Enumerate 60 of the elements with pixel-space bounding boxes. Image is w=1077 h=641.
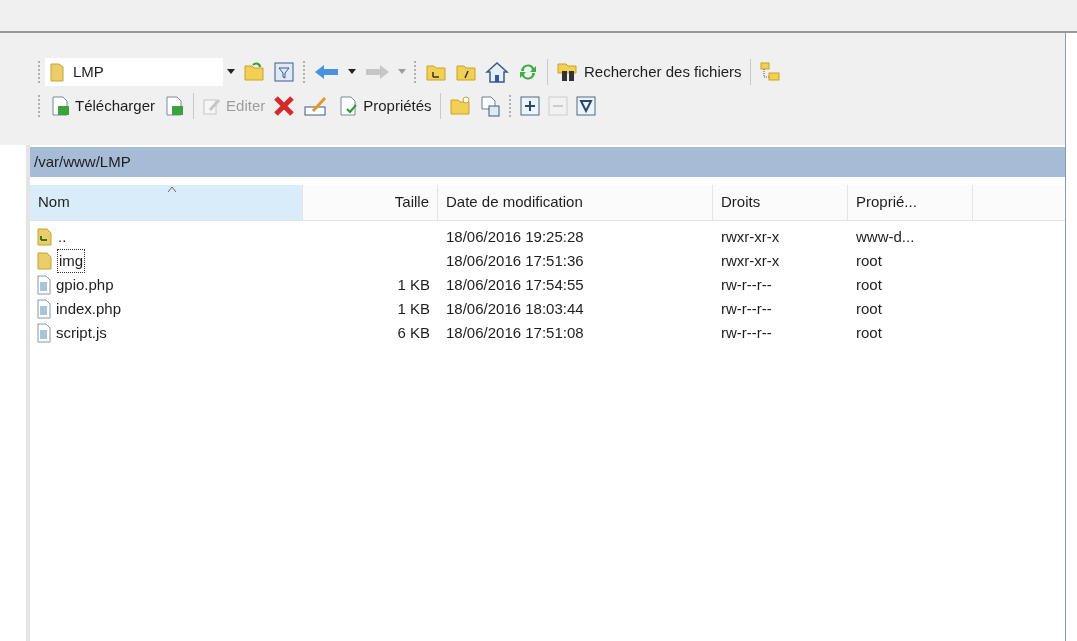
table-cell-text: 1 KB (397, 298, 430, 319)
search-files-button[interactable]: Rechercher des fichiers (552, 58, 746, 86)
caret-icon (398, 69, 406, 75)
column-header[interactable]: Nom (30, 185, 303, 220)
caret-icon (227, 69, 235, 75)
table-cell-text: 18/06/2016 19:25:28 (446, 226, 584, 247)
folder-icon (243, 61, 265, 83)
file-icon (36, 275, 52, 295)
properties-button[interactable]: Propriétés (333, 92, 436, 120)
folder-icon (448, 95, 471, 117)
file-icon (36, 323, 52, 343)
filter-icon (273, 61, 295, 83)
folder-icon (36, 251, 54, 271)
table-cell[interactable]: index.php (56, 297, 122, 321)
folder-tree-icon (758, 61, 781, 83)
pencil-icon (202, 96, 223, 116)
document-icon (337, 95, 360, 117)
parent-folder-icon (36, 227, 54, 247)
table-cell-text: 18/06/2016 17:51:08 (446, 322, 584, 343)
table-cell[interactable]: gpio.php (56, 273, 114, 297)
minus-icon (547, 96, 568, 116)
column-header[interactable]: Taille (303, 185, 438, 220)
column-header[interactable]: Proprié... (848, 185, 973, 220)
table-cell-text: 1 KB (397, 274, 430, 295)
document-icon (49, 95, 71, 117)
table-cell-text: rw-r--r-- (721, 274, 772, 295)
filter-icon (575, 96, 596, 116)
table-cell-text: root (856, 298, 882, 319)
close-icon (273, 95, 296, 117)
table-cell-text: 18/06/2016 17:51:36 (446, 250, 584, 271)
table-cell[interactable]: img (58, 249, 85, 273)
table-cell-text: www-d... (856, 226, 915, 247)
table-cell[interactable]: .. (58, 225, 67, 249)
table-cell-text: root (856, 322, 882, 343)
arrow-left-icon (314, 64, 340, 80)
binoculars-icon (556, 61, 580, 83)
home-icon (485, 61, 509, 83)
column-header[interactable]: Droits (713, 185, 848, 220)
plus-icon (519, 96, 540, 116)
location-combo[interactable]: LMP (45, 58, 223, 86)
table-cell-text: root (856, 274, 882, 295)
caret-icon (348, 69, 356, 75)
file-icon (36, 299, 52, 319)
table-cell-text: rwxr-xr-x (721, 226, 780, 247)
table-cell-text: 18/06/2016 17:54:55 (446, 274, 584, 295)
location-text: LMP (73, 61, 104, 82)
table-cell-text: rw-r--r-- (721, 298, 772, 319)
download-button[interactable]: Télécharger (45, 92, 160, 120)
folder-icon (49, 61, 65, 83)
table-cell-text: 18/06/2016 18:03:44 (446, 298, 584, 319)
path-text: /var/www/LMP (34, 151, 131, 172)
table-cell-text: rwxr-xr-x (721, 250, 780, 271)
table-cell-text: rw-r--r-- (721, 322, 772, 343)
table-cell[interactable]: script.js (56, 321, 107, 345)
table-cell-text: root (856, 250, 882, 271)
document-icon (163, 95, 186, 117)
column-header[interactable]: Date de modification (438, 185, 713, 220)
table-cell-text: 6 KB (397, 322, 430, 343)
arrow-right-icon (364, 64, 390, 80)
document-icon (478, 95, 501, 117)
